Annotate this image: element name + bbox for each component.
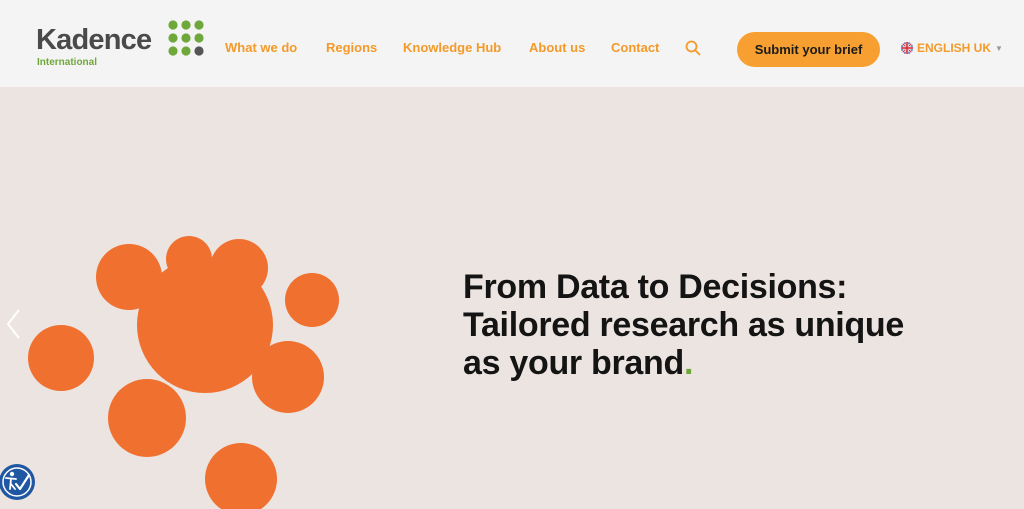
headline-line-3: as your brand. (463, 344, 1003, 382)
headline-green-dot: . (683, 344, 694, 382)
circle-top-right (210, 239, 268, 297)
hero-section: From Data to Decisions: Tailored researc… (0, 87, 1024, 509)
headline-line-1: From Data to Decisions: (463, 268, 848, 306)
decorative-circles (28, 236, 339, 509)
logo-dots-icon (168, 20, 204, 56)
headline-line-3-text: as your brand (463, 344, 684, 382)
site-header: Kadence International What we do Regions… (0, 0, 1024, 87)
circle-right-lower (252, 341, 324, 413)
circle-bottom (205, 443, 277, 509)
language-selector[interactable]: ENGLISH UK ▼ (901, 40, 1003, 57)
logo-subtitle: International (37, 57, 98, 68)
nav-what-we-do[interactable]: What we do (225, 40, 297, 56)
circle-top (166, 236, 212, 282)
search-icon[interactable] (685, 40, 701, 56)
circle-left (28, 325, 94, 391)
logo[interactable]: Kadence International (36, 18, 211, 70)
circle-right (285, 273, 339, 327)
nav-knowledge-hub[interactable]: Knowledge Hub (403, 40, 501, 56)
logo-wordmark: Kadence (36, 24, 152, 56)
uk-flag-icon (901, 42, 913, 54)
circle-bottom-left (108, 379, 186, 457)
hero-headline: From Data to Decisions: Tailored researc… (463, 268, 1003, 382)
language-label: ENGLISH UK (917, 41, 992, 55)
chevron-left-icon[interactable] (4, 306, 24, 342)
caret-down-icon: ▼ (995, 44, 1003, 53)
submit-brief-button[interactable]: Submit your brief (737, 32, 880, 67)
nav-about-us[interactable]: About us (529, 40, 585, 56)
nav-contact[interactable]: Contact (611, 40, 659, 56)
accessibility-icon[interactable] (0, 462, 36, 502)
headline-line-2: Tailored research as unique (463, 306, 904, 344)
circle-upper-left (96, 244, 162, 310)
nav-regions[interactable]: Regions (326, 40, 377, 56)
